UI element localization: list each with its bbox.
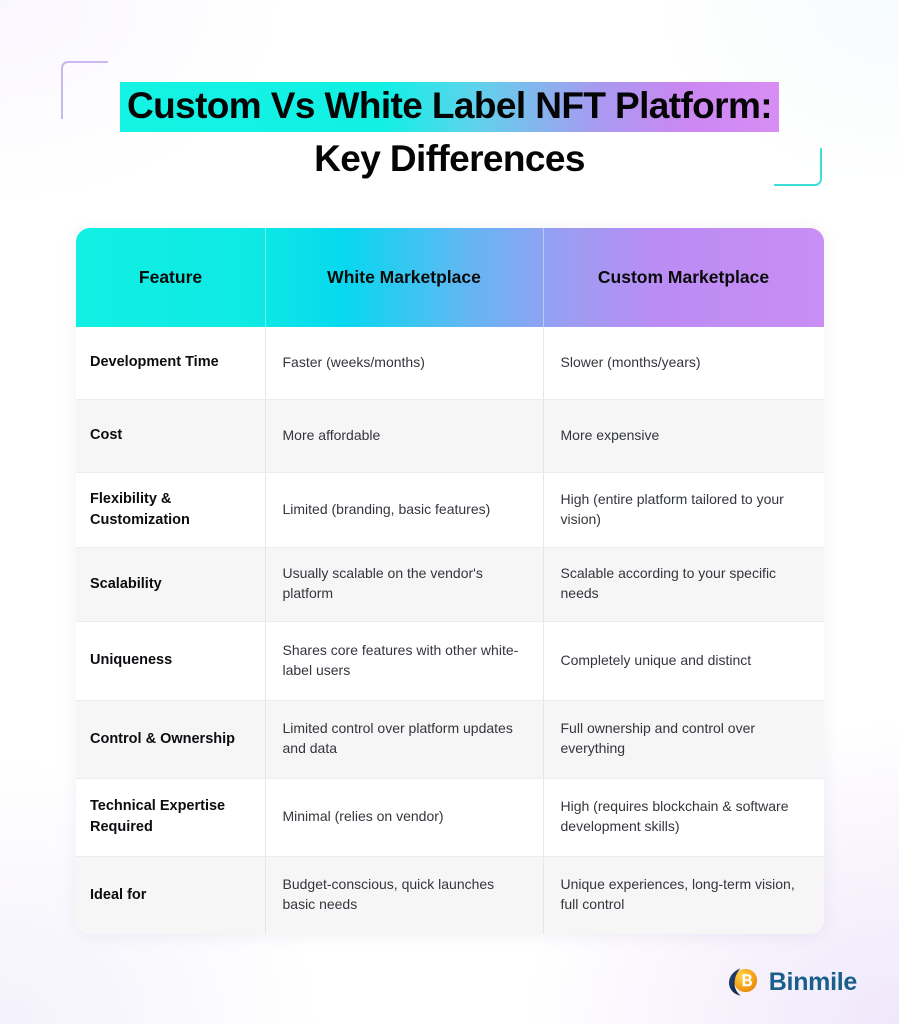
table-row: Scalability Usually scalable on the vend…: [76, 547, 824, 622]
cell-feature: Control & Ownership: [76, 700, 265, 779]
table-row: Development Time Faster (weeks/months) S…: [76, 327, 824, 400]
cell-feature: Technical Expertise Required: [76, 778, 265, 857]
cell-white-marketplace: Budget-conscious, quick launches basic n…: [264, 856, 543, 934]
table-row: Ideal for Budget-conscious, quick launch…: [76, 856, 824, 934]
table-body: Development Time Faster (weeks/months) S…: [76, 327, 824, 934]
cell-feature: Ideal for: [76, 856, 265, 934]
table-header-row: Feature White Marketplace Custom Marketp…: [76, 228, 824, 327]
table-header: Feature White Marketplace Custom Marketp…: [76, 228, 824, 327]
brand-logo: Binmile: [724, 964, 857, 1000]
column-header-feature: Feature: [138, 267, 203, 287]
cell-white-marketplace: More affordable: [264, 399, 543, 473]
cell-white-marketplace: Limited control over platform updates an…: [264, 700, 543, 779]
table-row: Technical Expertise Required Minimal (re…: [76, 778, 824, 857]
cell-white-marketplace: Shares core features with other white-la…: [264, 621, 543, 701]
cell-feature: Cost: [76, 399, 265, 473]
title-line-primary: Custom Vs White Label NFT Platform:: [119, 82, 780, 132]
table-row: Uniqueness Shares core features with oth…: [76, 621, 824, 701]
cell-feature: Development Time: [76, 327, 265, 400]
cell-custom-marketplace: High (requires blockchain & software dev…: [542, 778, 824, 857]
cell-feature: Scalability: [76, 547, 265, 622]
cell-custom-marketplace: Scalable according to your specific need…: [542, 547, 824, 622]
binmile-logo-icon: [724, 964, 760, 1000]
cell-custom-marketplace: More expensive: [542, 399, 824, 473]
comparison-table: Feature White Marketplace Custom Marketp…: [76, 228, 824, 934]
table-row: Flexibility & Customization Limited (bra…: [76, 472, 824, 548]
page-title: Custom Vs White Label NFT Platform: Key …: [0, 82, 899, 177]
cell-white-marketplace: Limited (branding, basic features): [264, 472, 543, 548]
cell-custom-marketplace: Slower (months/years): [542, 327, 824, 400]
cell-custom-marketplace: Unique experiences, long-term vision, fu…: [542, 856, 824, 934]
cell-custom-marketplace: Completely unique and distinct: [542, 621, 824, 701]
column-header-custom-marketplace: Custom Marketplace: [543, 228, 824, 327]
cell-white-marketplace: Usually scalable on the vendor's platfor…: [264, 547, 543, 622]
cell-white-marketplace: Minimal (relies on vendor): [264, 778, 543, 857]
cell-feature: Flexibility & Customization: [76, 472, 265, 548]
cell-white-marketplace: Faster (weeks/months): [264, 327, 543, 400]
brand-name: Binmile: [768, 967, 858, 996]
title-line-secondary: Key Differences: [314, 138, 585, 179]
cell-custom-marketplace: Full ownership and control over everythi…: [542, 700, 824, 779]
infographic-canvas: Custom Vs White Label NFT Platform: Key …: [0, 0, 899, 1024]
column-header-white-marketplace: White Marketplace: [265, 228, 543, 327]
table-row: Cost More affordable More expensive: [76, 399, 824, 473]
cell-feature: Uniqueness: [76, 621, 265, 701]
table-row: Control & Ownership Limited control over…: [76, 700, 824, 779]
cell-custom-marketplace: High (entire platform tailored to your v…: [542, 472, 824, 548]
